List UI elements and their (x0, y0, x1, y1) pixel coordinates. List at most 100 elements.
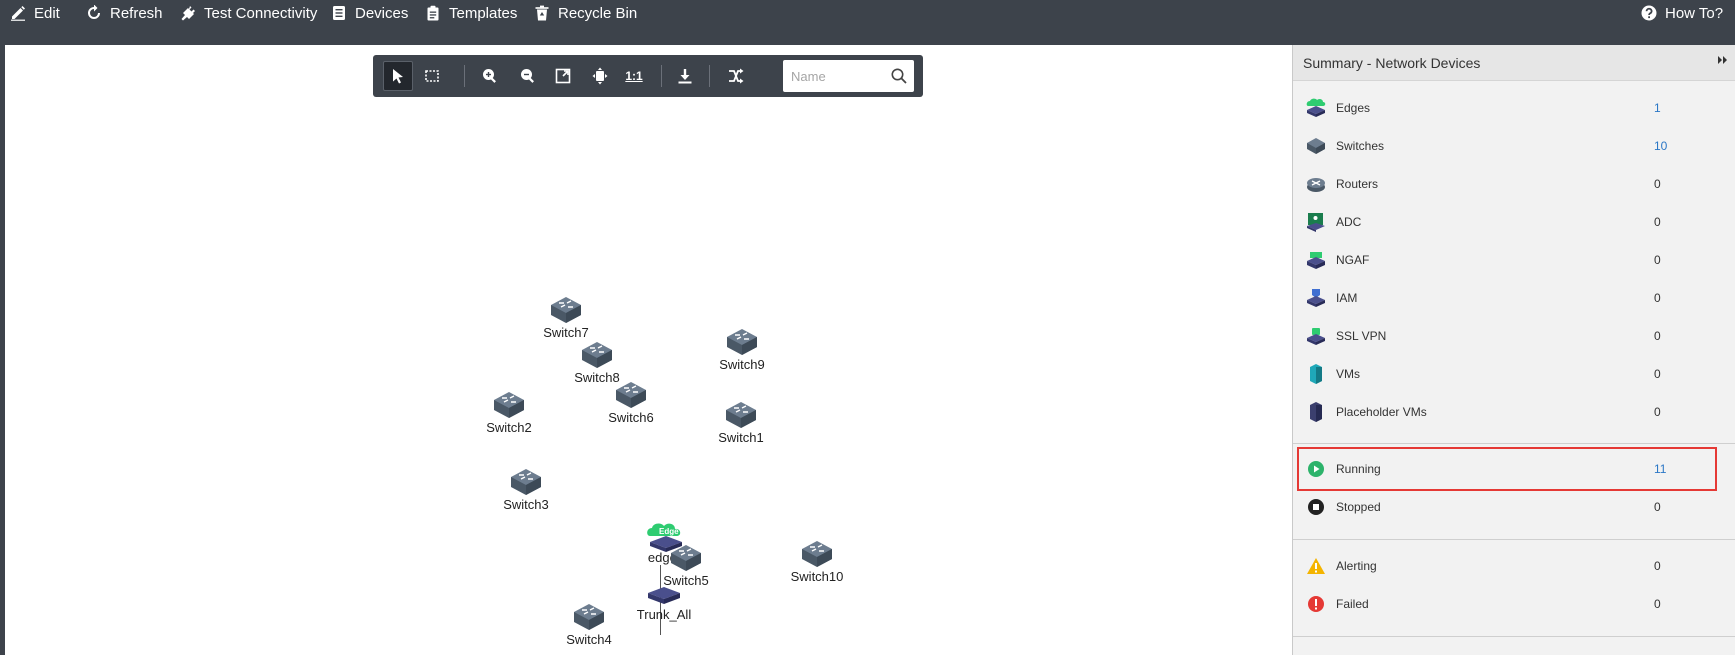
edge-badge-label: Edge (659, 527, 679, 536)
summary-row-edges[interactable]: Edges 1 (1305, 94, 1715, 122)
switch-icon (616, 382, 646, 408)
templates-button[interactable]: Templates (425, 3, 517, 23)
devices-button[interactable]: Devices (331, 3, 408, 23)
ssl-vpn-device-icon (1307, 328, 1325, 345)
summary-title: Summary - Network Devices (1303, 55, 1481, 71)
summary-row-label: IAM (1336, 291, 1358, 305)
router-device-icon (1307, 178, 1325, 192)
summary-panel: Summary - Network Devices Edges 1 Switch… (1292, 45, 1735, 655)
section-divider (1293, 443, 1735, 444)
switch-device-icon (1307, 138, 1325, 154)
summary-row-count[interactable]: 10 (1654, 139, 1667, 153)
devices-label: Devices (355, 4, 409, 22)
summary-row-routers[interactable]: Routers 0 (1305, 170, 1715, 198)
node-label: Switch9 (719, 357, 765, 372)
topology-canvas[interactable]: 1:1 Switch7 Switch8 Switch9 Switch2 Swit… (5, 45, 1292, 655)
summary-row-ssl-vpn[interactable]: SSL VPN 0 (1305, 322, 1715, 350)
center-view-button[interactable] (585, 61, 615, 91)
summary-row-switches[interactable]: Switches 10 (1305, 132, 1715, 160)
summary-row-label: Placeholder VMs (1336, 405, 1427, 419)
switch-icon (802, 541, 832, 567)
refresh-button[interactable]: Refresh (86, 3, 163, 23)
summary-row-count: 0 (1654, 215, 1661, 229)
summary-row-stopped[interactable]: Stopped 0 (1305, 493, 1715, 521)
summary-row-count: 0 (1654, 405, 1661, 419)
shuffle-icon (729, 68, 744, 84)
name-search-box (783, 60, 914, 92)
marquee-icon (425, 70, 439, 82)
summary-row-count: 0 (1654, 329, 1661, 343)
node-switch6[interactable]: Switch6 (586, 380, 676, 425)
stopped-icon (1308, 499, 1324, 515)
summary-row-iam[interactable]: IAM 0 (1305, 284, 1715, 312)
node-switch10[interactable]: Switch10 (772, 539, 862, 584)
switch-icon (727, 329, 757, 355)
zoom-in-button[interactable] (475, 61, 505, 91)
actual-size-button[interactable]: 1:1 (619, 61, 649, 91)
summary-row-adc[interactable]: ADC 0 (1305, 208, 1715, 236)
node-label: Switch3 (503, 497, 549, 512)
top-toolbar: Edit Refresh Test Connectivity Devices T… (0, 0, 1735, 45)
running-icon (1308, 461, 1324, 477)
summary-row-label: Failed (1336, 597, 1369, 611)
search-icon[interactable] (890, 67, 908, 85)
how-to-button[interactable]: How To? (1641, 3, 1723, 23)
summary-row-count[interactable]: 1 (1654, 101, 1661, 115)
summary-row-vms[interactable]: VMs 0 (1305, 360, 1715, 388)
collapse-panel-icon[interactable] (1716, 53, 1730, 67)
adc-device-icon (1307, 213, 1325, 232)
recycle-bin-icon (535, 5, 549, 21)
summary-row-label: VMs (1336, 367, 1360, 381)
fit-to-screen-button[interactable] (548, 61, 578, 91)
summary-row-count: 0 (1654, 367, 1661, 381)
switch-icon (671, 545, 701, 571)
select-tool-button[interactable] (383, 61, 413, 91)
summary-row-label: Running (1336, 462, 1381, 476)
zoom-out-button[interactable] (513, 61, 543, 91)
node-switch5[interactable]: Switch5 (641, 543, 731, 588)
summary-row-placeholder-vms[interactable]: Placeholder VMs 0 (1305, 398, 1715, 426)
switch-icon (726, 402, 756, 428)
how-to-label: How To? (1665, 4, 1724, 22)
summary-row-label: Stopped (1336, 500, 1381, 514)
edit-button[interactable]: Edit (10, 3, 60, 23)
canvas-toolbar: 1:1 (373, 55, 923, 97)
recycle-bin-label: Recycle Bin (558, 4, 638, 22)
node-switch1[interactable]: Switch1 (696, 400, 786, 445)
fit-screen-icon (555, 68, 571, 84)
switch-icon (551, 297, 581, 323)
pointer-icon (393, 69, 403, 84)
summary-row-failed[interactable]: Failed 0 (1305, 590, 1715, 618)
tool-separator (709, 65, 710, 87)
edit-label: Edit (34, 4, 60, 22)
marquee-select-button[interactable] (417, 61, 447, 91)
node-switch4[interactable]: Switch4 (544, 602, 634, 647)
summary-row-ngaf[interactable]: NGAF 0 (1305, 246, 1715, 274)
name-search-input[interactable] (791, 66, 883, 86)
summary-row-alerting[interactable]: Alerting 0 (1305, 552, 1715, 580)
center-icon (592, 67, 608, 85)
node-switch8[interactable]: Switch8 (552, 340, 642, 385)
summary-row-count: 0 (1654, 500, 1661, 514)
node-switch7[interactable]: Switch7 (521, 295, 611, 340)
edge-device-icon (1306, 98, 1326, 117)
node-switch9[interactable]: Switch9 (697, 327, 787, 372)
node-label: Switch1 (718, 430, 764, 445)
summary-row-count[interactable]: 11 (1654, 462, 1666, 476)
summary-row-label: NGAF (1336, 253, 1370, 267)
node-label: Switch6 (608, 410, 654, 425)
download-button[interactable] (670, 61, 700, 91)
summary-row-label: Edges (1336, 101, 1371, 115)
test-connectivity-label: Test Connectivity (204, 4, 318, 22)
node-switch2[interactable]: Switch2 (464, 390, 554, 435)
summary-row-running[interactable]: Running 11 (1305, 455, 1715, 483)
summary-header: Summary - Network Devices (1293, 45, 1735, 81)
failed-icon (1308, 596, 1324, 612)
recycle-bin-button[interactable]: Recycle Bin (534, 3, 637, 23)
filter-links-button[interactable] (721, 61, 751, 91)
test-connectivity-button[interactable]: Test Connectivity (180, 3, 317, 23)
summary-row-label: Alerting (1336, 559, 1377, 573)
warning-icon (1307, 558, 1325, 574)
switch-icon (494, 392, 524, 418)
node-switch3[interactable]: Switch3 (481, 467, 571, 512)
